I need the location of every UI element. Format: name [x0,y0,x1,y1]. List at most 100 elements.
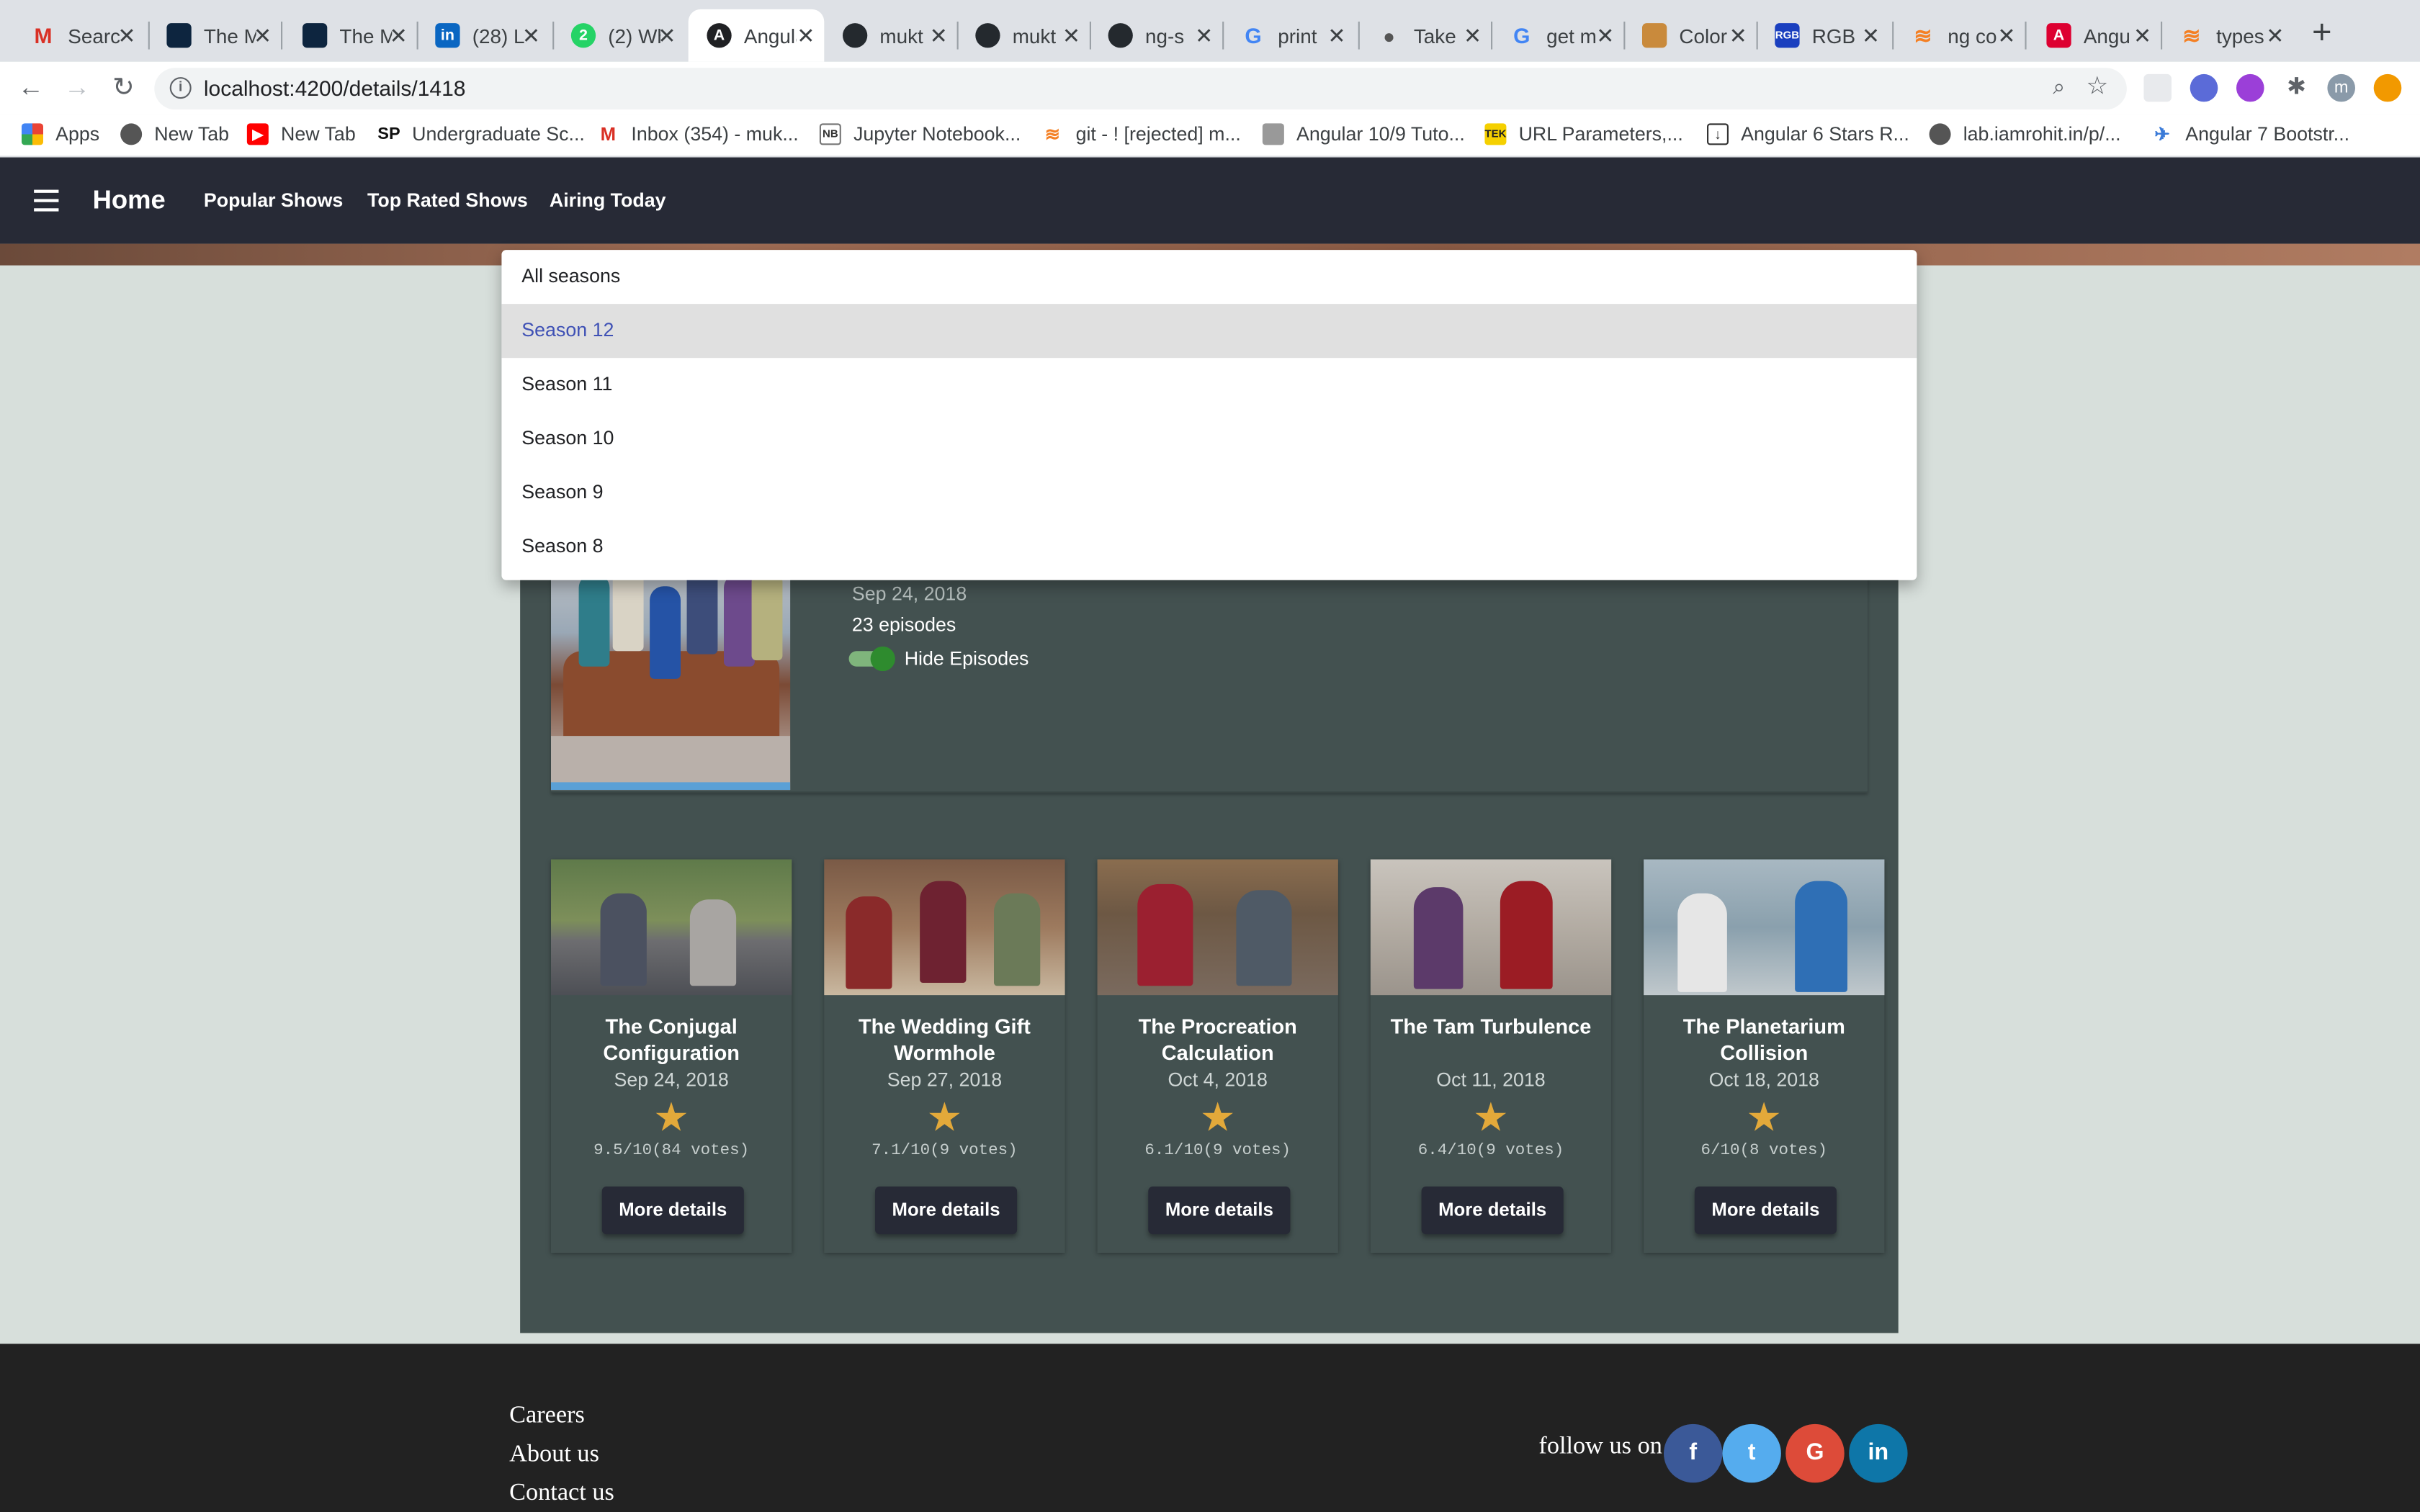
bookmark-item[interactable]: New Tab [120,123,229,145]
close-icon[interactable]: ✕ [2133,23,2151,49]
zoom-icon[interactable]: ⌕ [2053,74,2065,100]
close-icon[interactable]: ✕ [390,23,408,49]
menu-hamburger-icon[interactable] [34,189,59,212]
close-icon[interactable]: ✕ [1062,23,1080,49]
browser-tab[interactable]: M Search✕ [12,9,145,62]
browser-tab[interactable]: ng-s ✕ [1090,9,1222,62]
site-info-icon[interactable]: i [169,77,192,99]
browser-tab[interactable]: mukt ✕ [957,9,1090,62]
episode-still [1097,859,1338,996]
facebook-icon[interactable]: f [1664,1423,1723,1483]
season-option-selected[interactable]: Season 12 [501,304,1917,359]
new-tab-plus-icon[interactable]: + [2312,14,2332,49]
browser-tab[interactable]: ≋ ng co ✕ [1892,9,2025,62]
bookmark-star-icon[interactable]: ☆ [2086,71,2108,102]
bookmark-item[interactable]: Angular 10/9 Tuto... [1262,123,1465,145]
tab-title: The Movie [203,24,256,48]
browser-tab[interactable]: mukt ✕ [824,9,956,62]
bookmark-item[interactable]: SP Undergraduate Sc... [377,123,585,145]
reload-icon[interactable]: ↻ [107,71,140,105]
browser-tab[interactable]: ≋ types ✕ [2161,9,2293,62]
close-icon[interactable]: ✕ [1596,23,1614,49]
browser-tab[interactable]: The Movie✕ [284,9,416,62]
bookmark-label: Jupyter Notebook... [853,123,1021,145]
bookmark-item[interactable]: TEK URL Parameters,... [1484,123,1683,145]
hide-episodes-toggle[interactable] [848,646,895,672]
browser-tab[interactable]: 2 (2) WhatsApp✕ [552,9,685,62]
tab-title: mukt [879,24,923,48]
close-icon[interactable]: ✕ [1862,23,1880,49]
episode-title: The Conjugal Configuration [603,1015,740,1065]
nav-home-link[interactable]: Home [93,185,166,216]
browser-tab[interactable]: RGB RGB ✕ [1757,9,1889,62]
footer-about-link[interactable]: About us [509,1441,599,1469]
linkedin-icon[interactable]: in [1849,1423,1908,1483]
browser-tab[interactable]: The Movie✕ [148,9,281,62]
close-icon[interactable]: ✕ [254,23,272,49]
browser-tab[interactable]: Gget m ✕ [1491,9,1623,62]
extension-check-icon[interactable] [2190,73,2218,102]
close-icon[interactable]: ✕ [1997,23,2015,49]
browser-tab[interactable]: Color ✕ [1623,9,1756,62]
bookmark-item[interactable]: ▶ New Tab [246,123,356,145]
nav-top-rated-shows[interactable]: Top Rated Shows [367,190,528,212]
episode-title: The Procreation Calculation [1138,1015,1297,1065]
update-menu-icon[interactable] [2373,73,2402,102]
url-text[interactable]: localhost:4200/details/1418 [204,76,466,100]
close-icon[interactable]: ✕ [658,23,676,49]
season-option[interactable]: Season 10 [501,412,1917,466]
browser-tab[interactable]: A Angu ✕ [2028,9,2161,62]
bookmark-item[interactable]: ≋ git - ! [rejected] m... [1041,123,1241,145]
close-icon[interactable]: ✕ [1195,23,1213,49]
footer-careers-link[interactable]: Careers [509,1403,585,1431]
more-details-button[interactable]: More details [875,1186,1018,1235]
bookmark-item[interactable]: ↓ Angular 6 Stars R... [1707,123,1909,145]
season-option[interactable]: Season 9 [501,466,1917,520]
bookmark-item[interactable]: ✈ Angular 7 Bootstr... [2151,123,2349,145]
close-icon[interactable]: ✕ [1464,23,1482,49]
close-icon[interactable]: ✕ [2266,23,2284,49]
github-icon [1108,23,1133,48]
nav-popular-shows[interactable]: Popular Shows [204,190,343,212]
season-option[interactable]: Season 8 [501,520,1917,574]
season-air-date: Sep 24, 2018 [851,583,967,605]
extension-icon[interactable] [2143,73,2172,102]
close-icon[interactable]: ✕ [117,23,135,49]
browser-tab[interactable]: in (28) LinkedIn✕ [417,9,550,62]
profile-avatar[interactable]: m [2327,73,2355,102]
season-option-all[interactable]: All seasons [501,250,1917,304]
puzzle-extensions-icon[interactable]: ✱ [2282,74,2311,102]
twitter-icon[interactable]: t [1722,1423,1781,1483]
address-bar[interactable]: i localhost:4200/details/1418 ⌕ ☆ [154,68,2127,110]
close-icon[interactable]: ✕ [1729,23,1747,49]
browser-tab-active[interactable]: A Angular✕ [688,9,825,62]
bookmark-label: Angular 7 Bootstr... [2185,123,2350,145]
close-icon[interactable]: ✕ [797,23,815,49]
gmail-icon: M [600,123,616,145]
more-details-button[interactable]: More details [601,1186,744,1235]
google-plus-icon[interactable]: G [1785,1423,1845,1483]
bookmark-apps[interactable]: Apps [22,123,99,145]
more-details-button[interactable]: More details [1694,1186,1837,1235]
bookmark-item[interactable]: lab.iamrohit.in/p/... [1929,123,2121,145]
browser-tab[interactable]: Gprint ✕ [1222,9,1355,62]
close-icon[interactable]: ✕ [522,23,540,49]
bookmark-item[interactable]: NB Jupyter Notebook... [819,123,1021,145]
tab-title: Color [1679,24,1728,48]
footer-contact-link[interactable]: Contact us [509,1480,614,1508]
close-icon[interactable]: ✕ [930,23,948,49]
more-details-button[interactable]: More details [1421,1186,1564,1235]
bookmark-item[interactable]: M Inbox (354) - muk... [597,123,799,145]
season-option[interactable]: Season 11 [501,358,1917,412]
tab-title: get m [1546,24,1597,48]
nav-airing-today[interactable]: Airing Today [550,190,666,212]
extension-purple-icon[interactable] [2236,73,2264,102]
forward-arrow-icon[interactable]: → [60,71,94,105]
tab-title: Angular [743,24,797,48]
back-arrow-icon[interactable]: ← [14,71,48,105]
rgb-icon: RGB [1775,23,1800,48]
hide-episodes-label[interactable]: Hide Episodes [905,648,1029,670]
more-details-button[interactable]: More details [1148,1186,1291,1235]
browser-tab[interactable]: ● Take ✕ [1358,9,1491,62]
close-icon[interactable]: ✕ [1327,23,1345,49]
